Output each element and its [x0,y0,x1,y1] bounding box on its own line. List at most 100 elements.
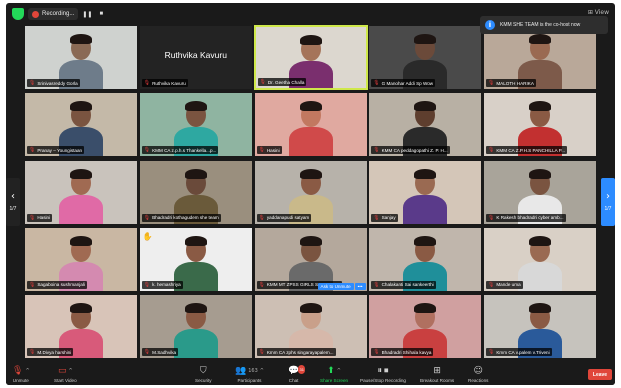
participant-tile[interactable]: Ruthvika Kavuru 🎙 Ruthvika Kavuru [138,25,253,90]
participant-name: Ruthvika Kavuru [152,80,186,86]
participant-name: K Rakesh bhadradri cyber amb... [496,215,564,220]
mic-off-icon: 🎙 [29,349,36,355]
recording-dot-icon [32,10,39,18]
participant-name: M.Sadhvika [152,349,177,355]
participant-tile[interactable]: 🎙 MALOTH HARIKA [483,25,597,90]
notification-text: KMM SHE TEAM is the co-host now [500,22,581,28]
participant-name-label: 🎙 Srinivasreddy Gorla [27,79,80,87]
participant-figure [403,168,448,224]
ask-to-unmute-button[interactable]: Ask to Unmute [317,282,354,290]
share-screen-button[interactable]: ⬆ ^ Share Screen [320,366,349,384]
participant-hair [414,303,437,313]
participant-body [403,194,448,224]
participant-name-label: 🎙 k. hemashriya [141,280,183,289]
cohost-notification: i KMM SHE TEAM is the co-host now [480,16,608,34]
unmute-options-caret[interactable]: ^ [25,367,29,376]
start-video-button[interactable]: ▭ ^ Start Video [54,366,77,384]
pause-stop-recording-button[interactable]: ⏸ ⏹ Pause/Stop Recording [360,366,406,384]
participant-name-label: 🎙 Mande uma [486,280,523,289]
participant-hair [70,168,92,179]
participant-body [59,194,103,224]
mic-off-icon: 🎙 [488,80,495,86]
next-page-button[interactable]: › 1/7 [601,178,615,226]
participant-tile[interactable]: 🎙 KMM CA z.p.h.s Thankella...p... [138,92,253,158]
participant-name: k. hemashriya [152,282,181,288]
participant-hair [414,34,437,44]
zoom-window: Recording... ❚❚ ■ ⊞ View 🎙 Srinivasreddy … [6,3,615,385]
participant-tile[interactable]: 🎙 G Manohar Addi Sp Wow [368,25,483,90]
reactions-label: Reactions [468,378,489,383]
pause-icon[interactable]: ❚❚ [82,10,92,19]
video-options-caret[interactable]: ^ [68,367,72,376]
participant-tile[interactable]: 🎙 KMM MT ZPSS GIRLS SATHUPA... Ask to Unmu… [253,226,368,292]
unmute-button[interactable]: 🎙 ^ Unmute [12,366,30,384]
participant-name: Kmm CA zphs singarayapalem... [266,349,334,355]
share-options-caret[interactable]: ^ [337,367,341,376]
participant-name: Mande uma [496,282,521,288]
participants-label: Participants [237,378,262,383]
mic-off-icon: 🎙 [373,281,380,288]
participant-tile[interactable]: 🎙 K Rakesh bhadradri cyber amb... [483,159,597,225]
participants-button[interactable]: 👥 163 ^ Participants [235,366,264,384]
participant-tile[interactable]: 🎙 Sagaboina sushmanjali [24,226,138,292]
shield-icon[interactable] [12,8,24,20]
chat-button[interactable]: 💬 31 Chat [288,365,306,383]
breakout-rooms-label: Breakout Rooms [420,378,455,383]
participant-tile[interactable]: 🎙 Kmm CA v.palem v.Triveni [483,294,597,359]
participant-name-label: 🎙 Sanjay [371,213,398,222]
recording-label: Recording... [42,11,75,17]
participant-name-label: 🎙 Bhadradri Shihala kavya [371,348,434,356]
more-options-button[interactable]: ••• [354,282,366,290]
participant-tile[interactable]: 🎙 KMM CA peddagopathi Z. P. H... [368,92,483,158]
participant-tile[interactable]: 🎙 Bhadradri kothagudem she team [138,159,253,225]
mic-off-icon: 🎙 [143,80,151,86]
breakout-rooms-button[interactable]: ⊞ Breakout Rooms [420,366,455,384]
participant-tile[interactable]: 🎙 Dr. Geetha Challa [253,25,368,90]
stop-icon[interactable]: ■ [96,10,106,19]
participant-tile[interactable]: 🎙 M.Divya harshini [24,294,138,359]
mic-off-icon: 🎙 [488,147,495,154]
leave-button[interactable]: Leave [588,369,612,380]
participant-name-label: 🎙 Hasini [256,146,282,155]
recording-indicator: Recording... [28,8,79,20]
info-icon: i [485,20,495,30]
participant-tile[interactable]: 🎙 Pranay – Youngistaan [24,92,138,158]
participant-tile[interactable]: 🎙 Sanjay [368,159,483,225]
participant-tile[interactable]: 🎙 Chalakanti Sai sankeerthi [368,226,483,292]
participant-figure [288,101,333,157]
participant-name: Hasini [266,147,280,153]
share-screen-label: Share Screen [320,378,349,383]
participant-name-label: 🎙 M.Divya harshini [27,348,74,356]
mic-off-icon: 🎙 [373,349,380,355]
participant-name-label: 🎙 KMM CA Z.P.H.S PANCHILLA P... [486,146,568,155]
participants-options-caret[interactable]: ^ [260,367,264,376]
participant-name-label: 🎙 K Rakesh bhadradri cyber amb... [486,213,566,222]
participant-name: G Manohar Addi Sp Wow [381,80,434,86]
security-label: Security [195,378,212,383]
participant-tile[interactable]: 🎙 Srinivasreddy Gorla [24,25,138,90]
participant-name: MALOTH HARIKA [496,80,534,86]
participant-name-label: 🎙 Kmm CA v.palem v.Triveni [486,348,552,356]
participant-tile[interactable]: 🎙 Hasini [24,159,138,225]
view-button[interactable]: ⊞ View [588,9,609,16]
participant-hair [529,168,551,179]
security-button[interactable]: ⛉ Security [195,366,212,384]
participant-tile[interactable]: 🎙 Kmm CA zphs singarayapalem... [253,294,368,359]
participant-name: yaddanapudi satyam [266,215,310,220]
participant-tile[interactable]: 🎙 Hasini [253,92,368,158]
participant-hair [70,303,92,313]
bottom-toolbar: 🎙 ^ Unmute ▭ ^ Start Video ⛉ Security 👥 163… [6,361,615,385]
meeting-info: Recording... ❚❚ ■ [12,8,106,20]
participant-tile[interactable]: 🎙 KMM CA Z.P.H.S PANCHILLA P... [483,92,597,158]
prev-page-button[interactable]: ‹ 1/7 [6,178,20,226]
participant-body [518,261,562,291]
participant-tile[interactable]: 🎙 M.Sadhvika [138,294,253,359]
participant-tile[interactable]: 🎙 Mande uma [483,226,597,292]
reactions-button[interactable]: ☺ Reactions [468,366,489,384]
participant-tile[interactable]: 🎙 Bhadradri Shihala kavya [368,294,483,359]
participant-hair [529,303,551,313]
participant-tile[interactable]: 🎙 yaddanapudi satyam [253,159,368,225]
participant-tile[interactable]: ✋ 🎙 k. hemashriya [138,226,253,292]
participant-hair [529,235,551,246]
participant-hair [299,235,322,246]
